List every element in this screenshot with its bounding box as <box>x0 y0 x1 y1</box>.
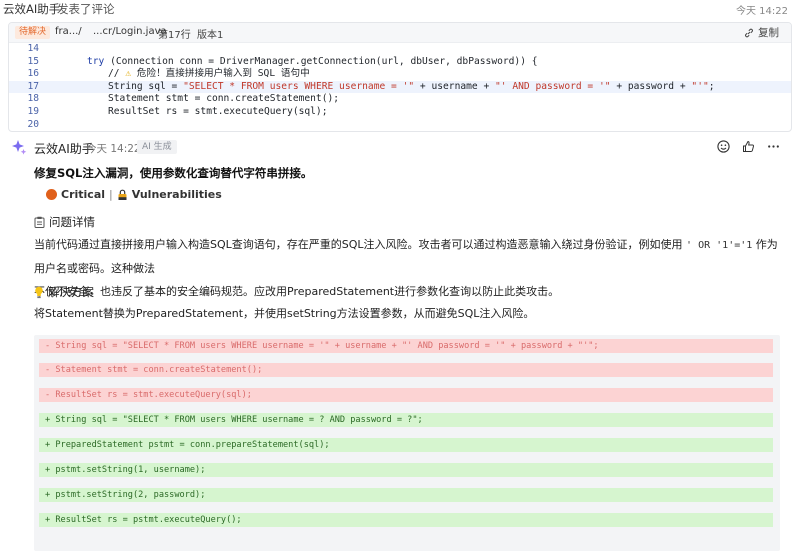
critical-icon <box>46 189 57 200</box>
copy-button[interactable]: 复制 <box>744 25 779 40</box>
thumbs-up-icon[interactable] <box>741 139 755 153</box>
comment-title: 修复SQL注入漏洞，使用参数化查询替代字符串拼接。 <box>34 166 313 180</box>
copy-label: 复制 <box>758 27 779 39</box>
diff-row-deleted: - ResultSet rs = stmt.executeQuery(sql); <box>39 388 773 402</box>
lock-icon <box>118 189 127 200</box>
severity-tag: Critical <box>61 188 106 201</box>
line-number: 14 <box>27 43 39 54</box>
status-badge: 待解决 <box>15 26 51 39</box>
clipboard-icon <box>34 216 45 228</box>
details-paragraph: 当前代码通过直接拼接用户输入构造SQL查询语句，存在严重的SQL注入风险。攻击者… <box>34 238 778 298</box>
code-text: Statement stmt = conn.createStatement(); <box>108 93 340 105</box>
code-lines: 14 15 try (Connection conn = DriverManage… <box>9 43 791 131</box>
code-diff: - String sql = "SELECT * FROM users WHER… <box>34 335 780 551</box>
line-number: 20 <box>27 118 39 130</box>
tag-separator: | <box>109 188 113 201</box>
diff-row-deleted: - String sql = "SELECT * FROM users WHER… <box>39 339 773 353</box>
comment-topbar: 云效AI助手 发表了评论 今天 14:22 <box>0 0 800 18</box>
more-icon[interactable] <box>766 139 780 153</box>
diff-row-deleted: - Statement stmt = conn.createStatement(… <box>39 363 773 377</box>
copy-icon <box>745 28 753 37</box>
diff-row-added: + pstmt.setString(2, password); <box>39 488 773 502</box>
code-row: 19 ResultSet rs = stmt.executeQuery(sql); <box>9 106 791 119</box>
file-path[interactable]: ...cr/Login.java <box>93 26 167 37</box>
author-name[interactable]: 云效AI助手 <box>3 1 60 17</box>
ai-reply-header: 云效AI助手 今天 14:22 AI 生成 <box>0 138 800 158</box>
inline-code: ' OR '1'='1 <box>686 240 753 251</box>
issue-tags: Critical | Vulnerabilities <box>46 188 222 201</box>
comment-time: 今天 14:22 <box>736 6 788 17</box>
ai-avatar <box>12 140 27 155</box>
code-row: 15 try (Connection conn = DriverManager.g… <box>9 56 791 69</box>
ai-generated-badge: AI 生成 <box>137 140 177 154</box>
ai-time: 今天 14:22 <box>86 143 141 155</box>
code-text: try (Connection conn = DriverManager.get… <box>87 55 538 67</box>
line-number-label: 第17行 <box>158 30 191 41</box>
code-row: 14 <box>9 43 791 56</box>
file-path-prefix[interactable]: fra.../ <box>55 26 82 37</box>
ai-name[interactable]: 云效AI助手 <box>34 140 94 157</box>
ai-actions <box>716 139 780 153</box>
comment-action: 发表了评论 <box>57 2 115 16</box>
code-comment: // ⚠ 危险！直接拼接用户输入到 SQL 语句中 <box>108 68 310 80</box>
diff-row-added: + pstmt.setString(1, username); <box>39 463 773 477</box>
diff-row-added: + ResultSet rs = pstmt.executeQuery(); <box>39 513 773 527</box>
solution-paragraph: 将Statement替换为PreparedStatement，并使用setStr… <box>34 307 535 320</box>
diff-row-added: + String sql = "SELECT * FROM users WHER… <box>39 413 773 427</box>
line-number: 18 <box>27 93 39 105</box>
code-row: 16 // ⚠ 危险！直接拼接用户输入到 SQL 语句中 <box>9 68 791 81</box>
line-number: 16 <box>27 68 39 80</box>
line-number: 17 <box>27 80 39 92</box>
line-number: 15 <box>27 55 39 67</box>
code-context: 待解决 fra.../ ...cr/Login.java 第17行 版本1 复制… <box>8 22 792 132</box>
code-row: 20 <box>9 118 791 131</box>
file-bar: 待解决 fra.../ ...cr/Login.java 第17行 版本1 复制 <box>9 23 791 43</box>
solution-heading: 解决方案 <box>34 284 94 300</box>
line-number: 19 <box>27 105 39 117</box>
diff-row-added: + PreparedStatement pstmt = conn.prepare… <box>39 438 773 452</box>
code-row-highlighted: 17 String sql = "SELECT * FROM users WHER… <box>9 80 791 94</box>
lightbulb-icon <box>35 286 43 298</box>
code-text: String sql = "SELECT * FROM users WHERE … <box>108 80 715 92</box>
emoji-icon[interactable] <box>716 139 730 153</box>
details-heading: 问题详情 <box>34 214 95 230</box>
category-tag: Vulnerabilities <box>131 188 222 201</box>
code-row: 18 Statement stmt = conn.createStatement(… <box>9 93 791 106</box>
code-text: ResultSet rs = stmt.executeQuery(sql); <box>108 105 328 117</box>
version-label: 版本1 <box>197 30 224 41</box>
